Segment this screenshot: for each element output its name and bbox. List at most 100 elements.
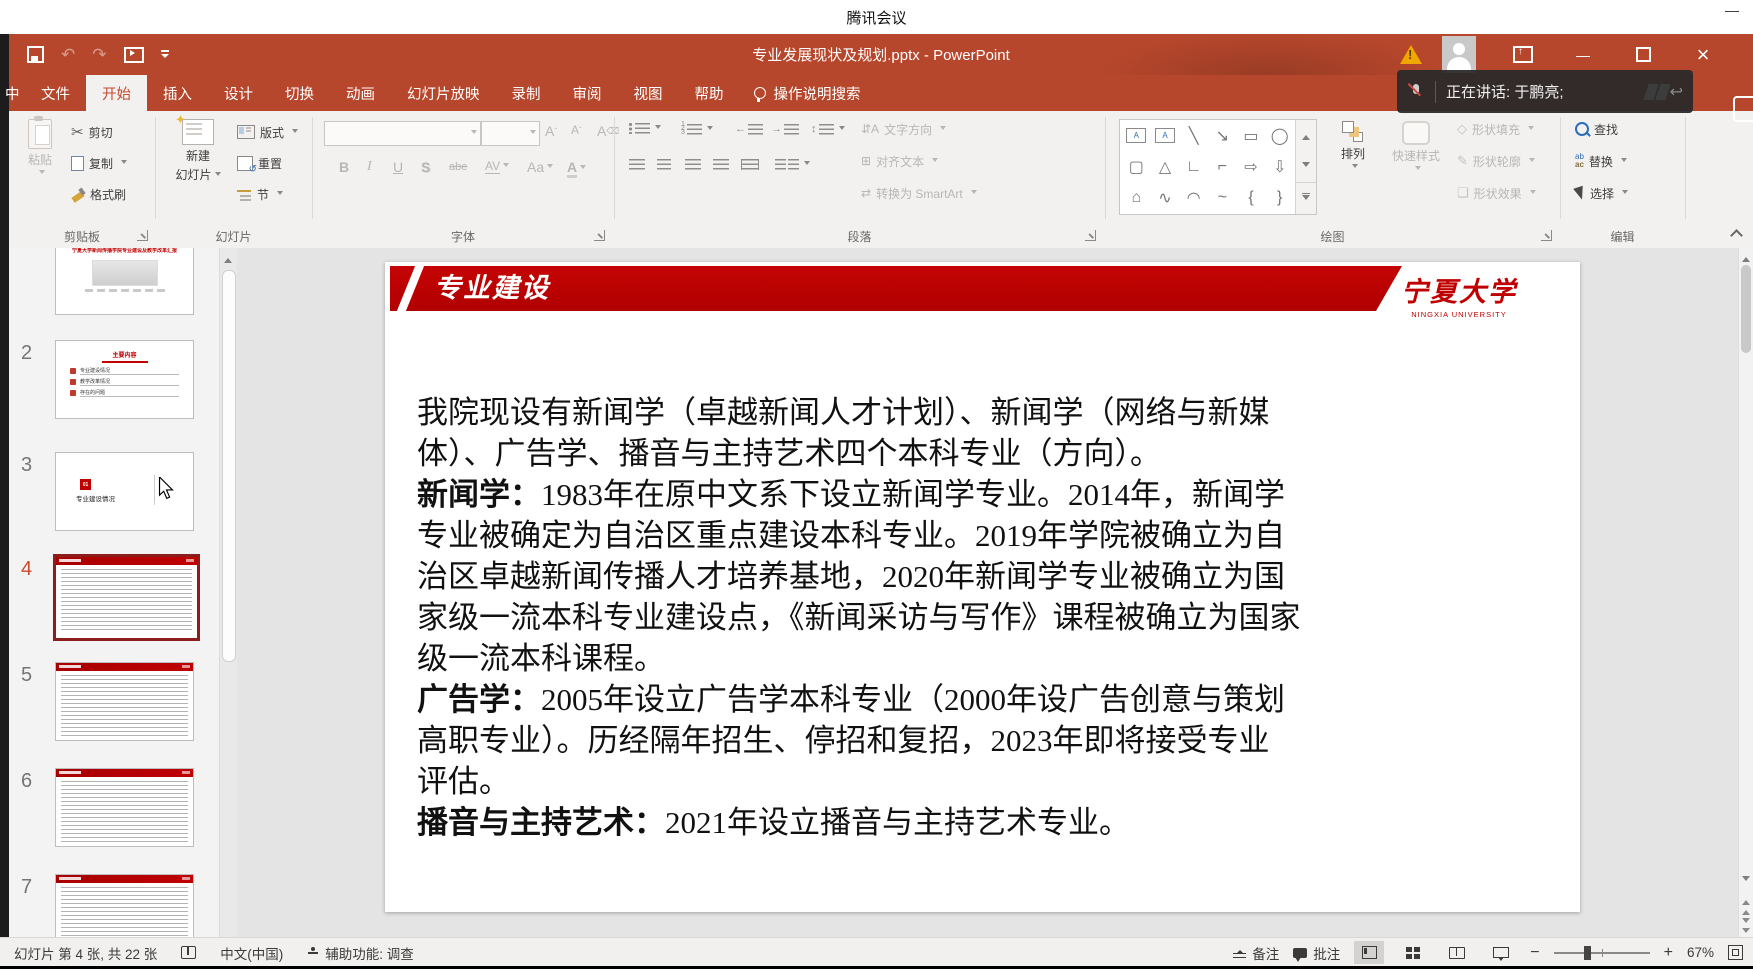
tab-6[interactable]: 幻灯片放映 [391, 75, 496, 111]
tab-4[interactable]: 切换 [269, 75, 330, 111]
layout-button[interactable]: 版式 [237, 120, 298, 144]
format-painter-button[interactable]: 格式刷 [71, 182, 126, 206]
minimize-button[interactable]: — [1561, 34, 1605, 75]
comments-toggle[interactable]: 批注 [1293, 943, 1340, 963]
slide-canvas[interactable]: 专业建设 宁夏大学 NINGXIA UNIVERSITY 我院现设有新闻学（卓越… [385, 262, 1580, 912]
tab-8[interactable]: 审阅 [557, 75, 618, 111]
slide-thumbnail-2[interactable]: 主要内容专业建设情况教学改革情况存在的问题 [55, 340, 194, 419]
slide-sorter-view-button[interactable] [1398, 941, 1428, 964]
drawing-dialog-launcher[interactable] [1541, 230, 1552, 241]
shape-left-brace[interactable]: { [1237, 183, 1266, 214]
cut-button[interactable]: ✂ 剪切 [71, 120, 113, 144]
shape-text-box-horizontal[interactable]: A [1122, 120, 1151, 151]
shape-curve[interactable]: ~ [1208, 183, 1237, 214]
tab-file[interactable]: 文件 [25, 75, 86, 111]
columns-button[interactable] [775, 159, 810, 170]
reset-button[interactable]: 重置 [237, 151, 282, 175]
shape-rectangle[interactable]: ▭ [1237, 120, 1266, 151]
shape-line-arrow[interactable]: ↘ [1208, 120, 1237, 151]
previous-slide-button[interactable] [1742, 896, 1750, 915]
ribbon-display-options-icon[interactable] [1501, 34, 1545, 75]
new-slide-button[interactable]: ✦ 新建 幻灯片 [167, 119, 229, 183]
zoom-level[interactable]: 67% [1687, 945, 1714, 960]
shape-down-arrow[interactable]: ⇩ [1265, 151, 1294, 182]
distribute-button[interactable] [741, 159, 759, 170]
shape-oval[interactable]: ◯ [1265, 120, 1294, 151]
zoom-slider[interactable] [1554, 946, 1650, 960]
clipboard-dialog-launcher[interactable] [137, 230, 148, 241]
tab-7[interactable]: 录制 [496, 75, 557, 111]
shape-freeform[interactable]: ⌂ [1122, 183, 1151, 214]
bullets-button[interactable] [629, 123, 661, 134]
shapes-scroll-up[interactable] [1296, 120, 1316, 151]
scroll-down-arrow[interactable] [1742, 876, 1750, 885]
shape-scribble[interactable]: ∿ [1151, 183, 1180, 214]
numbering-button[interactable]: 123 [681, 123, 713, 135]
zoom-in-button[interactable]: + [1664, 944, 1673, 962]
slide-thumbnail-7[interactable] [55, 874, 194, 937]
shape-triangle[interactable]: △ [1151, 151, 1180, 182]
align-left-button[interactable] [629, 159, 645, 170]
increase-indent-button[interactable]: → [771, 123, 799, 135]
align-right-button[interactable] [685, 159, 701, 170]
tab-3[interactable]: 设计 [208, 75, 269, 111]
spellcheck-icon[interactable] [181, 946, 196, 959]
thumbnail-panel-scrollbar[interactable] [219, 248, 237, 937]
slide-thumbnail-6[interactable] [55, 768, 194, 847]
shape-rounded-rectangle[interactable]: ▢ [1122, 151, 1151, 182]
collapse-ribbon-button[interactable] [1731, 229, 1743, 237]
tell-me-search[interactable]: 操作说明搜索 [754, 75, 861, 111]
close-button[interactable]: × [1681, 34, 1725, 75]
restore-button[interactable] [1621, 34, 1665, 75]
notes-toggle[interactable]: 备注 [1233, 943, 1279, 963]
tab-2[interactable]: 插入 [147, 75, 208, 111]
tab-10[interactable]: 帮助 [679, 75, 740, 111]
section-button[interactable]: 节 [237, 182, 283, 206]
align-center-button[interactable] [657, 159, 671, 170]
main-vertical-scrollbar[interactable] [1738, 248, 1753, 937]
slide-thumbnail-4[interactable] [53, 554, 200, 641]
find-button[interactable]: 查找 [1575, 117, 1618, 141]
accessibility-status[interactable]: 辅助功能: 调查 [307, 943, 414, 963]
copy-button[interactable]: 复制 [71, 151, 127, 175]
scroll-up-arrow[interactable] [1742, 253, 1750, 262]
select-button[interactable]: 选择 [1575, 181, 1628, 205]
zoom-slider-thumb[interactable] [1584, 946, 1591, 960]
shape-arc[interactable]: ◠ [1179, 183, 1208, 214]
panel-scrollbar-thumb[interactable] [222, 270, 236, 662]
warning-icon[interactable] [1389, 34, 1433, 75]
meeting-minimize-icon[interactable]: — [1725, 2, 1739, 18]
tab-5[interactable]: 动画 [330, 75, 391, 111]
slide-thumbnail-5[interactable] [55, 662, 194, 741]
chat-bubble-icon[interactable] [1733, 96, 1753, 122]
shape-line[interactable]: ╲ [1179, 120, 1208, 151]
language-status[interactable]: 中文(中国) [220, 943, 283, 963]
slideshow-view-button[interactable] [1486, 941, 1516, 964]
paragraph-dialog-launcher[interactable] [1085, 230, 1096, 241]
slide-body-textbox[interactable]: 我院现设有新闻学（卓越新闻人才计划）、新闻学（网络与新媒体）、广告学、播音与主持… [417, 392, 1562, 843]
shape-right-arrow[interactable]: ⇨ [1237, 151, 1266, 182]
slide-thumbnail-1[interactable]: 宁夏大学新闻传播学院专业建设及教学改革汇报 [55, 248, 194, 315]
reading-view-button[interactable] [1442, 941, 1472, 964]
justify-button[interactable] [713, 159, 729, 170]
panel-scroll-up-arrow[interactable] [224, 254, 232, 263]
shape-elbow-connector[interactable]: ∟ [1179, 151, 1208, 182]
next-slide-button[interactable] [1742, 918, 1750, 937]
arrange-button[interactable]: 排列 [1327, 121, 1379, 171]
scrollbar-thumb[interactable] [1741, 265, 1751, 353]
replace-button[interactable]: abac替换 [1575, 149, 1627, 173]
line-spacing-button[interactable]: ↕ [811, 123, 845, 135]
shapes-more-button[interactable] [1296, 182, 1316, 214]
shapes-scroll-down[interactable] [1296, 151, 1316, 182]
fit-slide-to-window-icon[interactable] [1728, 945, 1743, 960]
zoom-out-button[interactable]: − [1530, 944, 1539, 962]
shape-elbow-arrow-connector[interactable]: ⌐ [1208, 151, 1237, 182]
account-avatar[interactable] [1437, 34, 1481, 75]
tab-9[interactable]: 视图 [618, 75, 679, 111]
tab-1[interactable]: 开始 [86, 75, 147, 111]
shape-text-box-vertical[interactable]: A [1151, 120, 1180, 151]
slide-thumbnail-3[interactable]: 01专业建设情况 [55, 452, 194, 531]
shape-right-brace[interactable]: } [1265, 183, 1294, 214]
decrease-indent-button[interactable]: ← [735, 123, 763, 135]
font-dialog-launcher[interactable] [594, 230, 605, 241]
